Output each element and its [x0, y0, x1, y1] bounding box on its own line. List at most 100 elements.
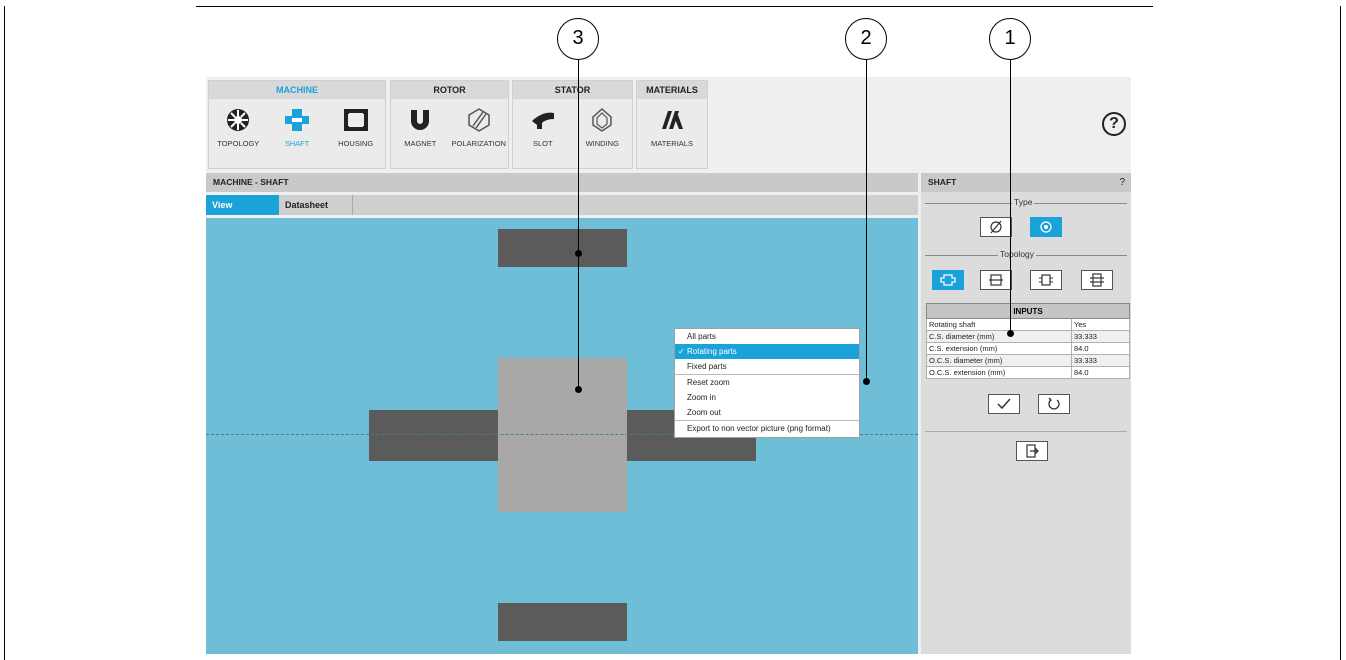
menu-item-all-parts[interactable]: All parts [675, 329, 859, 344]
input-label: O.C.S. diameter (mm) [926, 354, 1072, 367]
ribbon-group-title: ROTOR [391, 81, 508, 99]
export-button[interactable] [1016, 441, 1048, 461]
hollow-shaft-icon [1040, 221, 1052, 233]
ribbon-item-label: MATERIALS [651, 139, 693, 148]
menu-item-zoom-out[interactable]: Zoom out [675, 405, 859, 420]
inputs-title: INPUTS [926, 303, 1130, 319]
reset-button[interactable] [1038, 394, 1070, 414]
frame-right-line [1340, 6, 1341, 660]
frame-left-line [4, 6, 5, 660]
checkmark-icon: ✓ [678, 347, 685, 356]
topology-option-2-button[interactable] [980, 270, 1012, 290]
input-value[interactable]: 33.333 [1071, 330, 1130, 343]
menu-item-rotating-parts[interactable]: ✓ Rotating parts [675, 344, 859, 359]
ribbon-group-title: STATOR [513, 81, 632, 99]
main-panel-title: MACHINE - SHAFT [206, 173, 918, 192]
magnet-icon [411, 110, 430, 130]
empty-set-icon [990, 220, 1002, 234]
menu-item-reset-zoom[interactable]: Reset zoom [675, 375, 859, 390]
ribbon-topology-button[interactable]: TOPOLOGY [209, 107, 268, 148]
side-panel-shaft: SHAFT ? Type Topology INPUTS Rotating sh… [921, 173, 1131, 654]
callout-1: 1 [989, 18, 1031, 60]
ribbon-slot-button[interactable]: SLOT [513, 107, 573, 148]
ribbon-group-stator: STATOR SLOT WINDING [512, 80, 633, 169]
input-label: Rotating shaft [926, 318, 1072, 331]
type-legend: Type [1012, 197, 1035, 207]
ribbon-item-label: SLOT [532, 139, 553, 148]
ribbon-item-label: SHAFT [284, 139, 310, 148]
table-row: O.C.S. diameter (mm) 33.333 [926, 354, 1130, 367]
main-tabs: View Datasheet [206, 195, 918, 215]
side-help-button[interactable]: ? [1119, 173, 1125, 192]
menu-item-fixed-parts[interactable]: Fixed parts [675, 359, 859, 374]
table-row: C.S. diameter (mm) 33.333 [926, 330, 1130, 343]
fixed-part-top [498, 229, 627, 267]
housing-icon [343, 109, 368, 131]
ribbon-materials-button[interactable]: MATERIALS [642, 107, 702, 148]
input-value[interactable]: 84.0 [1071, 366, 1130, 379]
ribbon-group-rotor: ROTOR MAGNET POLARIZATION [390, 80, 509, 169]
export-icon [1026, 444, 1039, 458]
viewer-context-menu: All parts ✓ Rotating parts Fixed parts R… [674, 328, 860, 438]
ribbon-item-label: POLARIZATION [451, 139, 506, 148]
callout-3-dot-top [575, 250, 582, 257]
table-row: Rotating shaft Yes [926, 318, 1130, 331]
help-button[interactable]: ? [1102, 112, 1126, 136]
apply-button[interactable] [988, 394, 1020, 414]
ribbon-item-label: HOUSING [338, 139, 374, 148]
materials-icon [662, 111, 683, 129]
menu-item-zoom-in[interactable]: Zoom in [675, 390, 859, 405]
topology-legend: Topology [998, 249, 1037, 259]
input-value[interactable]: Yes [1071, 318, 1130, 331]
tab-view[interactable]: View [206, 195, 279, 215]
type-solid-button[interactable] [980, 217, 1012, 237]
inputs-table: INPUTS Rotating shaft Yes C.S. diameter … [926, 303, 1130, 379]
ribbon-item-label: TOPOLOGY [217, 139, 260, 148]
ribbon-item-label: WINDING [585, 139, 619, 148]
shaft-profile-icon [940, 274, 956, 286]
input-label: C.S. extension (mm) [926, 342, 1072, 355]
topology-option-1-button[interactable] [932, 270, 964, 290]
input-label: O.C.S. extension (mm) [926, 366, 1072, 379]
input-label: C.S. diameter (mm) [926, 330, 1072, 343]
type-hollow-button[interactable] [1030, 217, 1062, 237]
menu-item-export-png[interactable]: Export to non vector picture (png format… [675, 421, 859, 436]
checkmark-icon [997, 398, 1011, 410]
ribbon-magnet-button[interactable]: MAGNET [391, 107, 450, 148]
refresh-icon [1048, 397, 1060, 410]
callout-2-dot [863, 378, 870, 385]
shaft-profile-icon [1090, 273, 1104, 287]
polarization-icon [468, 108, 490, 132]
callout-1-dot [1007, 330, 1014, 337]
topology-option-4-button[interactable] [1081, 270, 1113, 290]
side-panel-title: SHAFT ? [921, 173, 1131, 192]
tab-datasheet[interactable]: Datasheet [279, 195, 353, 215]
shaft-icon [285, 109, 309, 131]
frame-top-line [196, 6, 1153, 7]
input-value[interactable]: 33.333 [1071, 354, 1130, 367]
callout-3-dot [575, 386, 582, 393]
separator [925, 431, 1127, 432]
callout-2-leader [866, 57, 867, 381]
rotating-part [498, 358, 627, 512]
callout-3-leader [578, 57, 579, 390]
table-row: O.C.S. extension (mm) 84.0 [926, 366, 1130, 379]
winding-icon [592, 107, 612, 132]
input-value[interactable]: 84.0 [1071, 342, 1130, 355]
ribbon-polarization-button[interactable]: POLARIZATION [450, 107, 509, 148]
ribbon-group-title: MACHINE [209, 81, 385, 99]
shaft-profile-icon [1039, 274, 1053, 286]
ribbon-housing-button[interactable]: HOUSING [326, 107, 385, 148]
callout-3: 3 [557, 18, 599, 60]
topology-option-3-button[interactable] [1030, 270, 1062, 290]
side-panel-title-text: SHAFT [928, 177, 957, 187]
ribbon-item-label: MAGNET [404, 139, 437, 148]
app-window: MACHINE TOPOLOGY SHAFT HOUSING ROTOR MAG… [206, 77, 1131, 654]
topology-icon [227, 109, 250, 131]
table-row: C.S. extension (mm) 84.0 [926, 342, 1130, 355]
ribbon-winding-button[interactable]: WINDING [573, 107, 633, 148]
slot-icon [531, 112, 554, 129]
callout-2: 2 [845, 18, 887, 60]
fixed-part-bottom [498, 603, 627, 641]
ribbon-shaft-button[interactable]: SHAFT [268, 107, 327, 148]
